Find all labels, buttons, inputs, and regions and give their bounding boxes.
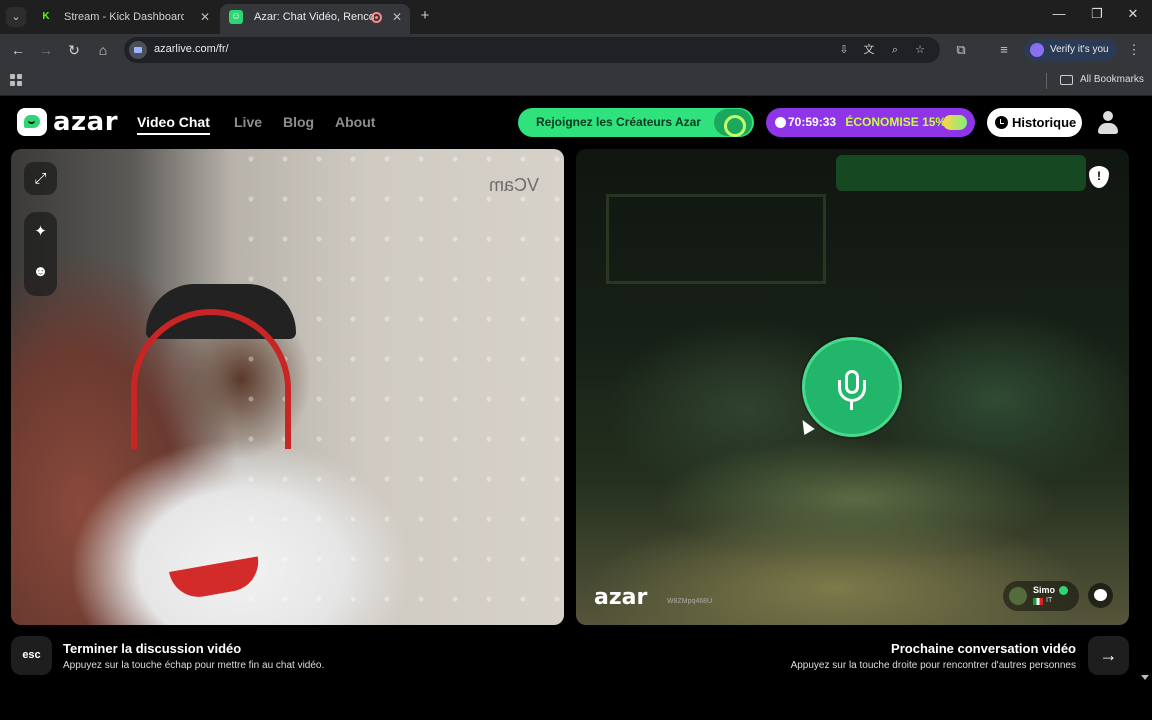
azar-logo-icon[interactable] <box>17 108 47 136</box>
folder-icon <box>1060 75 1073 85</box>
reading-list-icon[interactable]: ≡ <box>994 40 1014 60</box>
url-text: azarlive.com/fr/ <box>154 43 229 55</box>
profile-avatar-icon <box>1030 43 1044 57</box>
promo-discount: ÉCONOMISE 15% <box>845 115 947 129</box>
new-tab-button[interactable]: + <box>416 7 434 25</box>
home-button[interactable]: ⌂ <box>93 40 113 60</box>
close-tab-icon[interactable]: ✕ <box>200 4 210 30</box>
verify-identity-chip[interactable]: Verify it's you <box>1024 39 1117 61</box>
kick-favicon-icon: K <box>39 10 53 24</box>
tab-azar[interactable]: ☺ Azar: Chat Vidéo, Rencontr ✕ <box>220 4 410 34</box>
remote-video-panel: ! azar W8ZMpq468U Simo IT <box>576 149 1129 625</box>
italy-flag-icon <box>1033 598 1043 605</box>
azar-watermark: azar <box>594 585 648 610</box>
microphone-button[interactable] <box>802 337 902 437</box>
user-avatar-icon[interactable] <box>1097 111 1119 135</box>
report-alert-icon[interactable]: ! <box>1089 166 1109 188</box>
site-info-icon[interactable] <box>129 41 147 59</box>
verified-badge-icon <box>1059 586 1068 595</box>
watermark-id: W8ZMpq468U <box>667 598 713 605</box>
reload-button[interactable]: ↻ <box>64 40 84 60</box>
end-chat-hint: Appuyez sur la touche échap pour mettre … <box>63 660 325 671</box>
next-chat-title: Prochaine conversation vidéo <box>891 641 1076 656</box>
close-window-button[interactable]: ✕ <box>1118 6 1148 22</box>
minimize-window-button[interactable]: — <box>1044 6 1074 21</box>
clock-icon <box>775 117 786 128</box>
next-chat-arrow-button[interactable]: → <box>1088 636 1129 675</box>
local-video-panel: VCam ⤢ ✦ ☻ <box>11 149 564 625</box>
tab-title: Azar: Chat Vidéo, Rencontr <box>254 11 374 23</box>
promo-timer: 70:59:33 <box>788 115 837 129</box>
face-filter-icon[interactable]: ☻ <box>24 252 57 292</box>
nav-live[interactable]: Live <box>234 114 262 130</box>
join-creators-label: Rejoignez les Créateurs Azar <box>536 115 701 129</box>
blurred-banner <box>836 155 1086 191</box>
expand-video-icon[interactable]: ⤢ <box>24 162 57 195</box>
nav-blog[interactable]: Blog <box>283 114 314 130</box>
extensions-icon[interactable]: ⧉ <box>951 40 971 60</box>
history-button[interactable]: Historique <box>987 108 1082 137</box>
peer-name: Simo <box>1033 585 1056 595</box>
esc-end-chat-button[interactable]: esc <box>11 636 52 675</box>
close-tab-icon[interactable]: ✕ <box>392 4 402 30</box>
apps-grid-icon[interactable] <box>10 74 22 86</box>
zoom-icon[interactable]: ⌕ <box>887 42 903 58</box>
sparkle-effects-icon[interactable]: ✦ <box>24 212 57 252</box>
history-label: Historique <box>1012 115 1077 130</box>
browser-toolbar: ← → ↻ ⌂ azarlive.com/fr/ ⇩ 文 ⌕ ☆ ⧉ ≡ Ver… <box>0 34 1152 66</box>
bookmark-star-icon[interactable]: ☆ <box>912 42 928 58</box>
recording-indicator-icon <box>371 12 382 23</box>
address-bar[interactable]: azarlive.com/fr/ ⇩ 文 ⌕ ☆ <box>124 37 940 63</box>
join-creators-button[interactable]: Rejoignez les Créateurs Azar <box>518 108 754 137</box>
tab-search-button[interactable]: ⌄ <box>6 7 26 27</box>
gems-icon <box>943 115 967 130</box>
nav-about[interactable]: About <box>335 114 375 130</box>
translate-icon[interactable]: 文 <box>861 42 877 58</box>
install-app-icon[interactable]: ⇩ <box>836 42 852 58</box>
promo-timer-button[interactable]: 70:59:33 ÉCONOMISE 15% <box>766 108 975 137</box>
vcam-watermark: VCam <box>489 175 540 195</box>
tab-title: Stream - Kick Dashboard <box>64 11 184 23</box>
azar-favicon-icon: ☺ <box>229 10 243 24</box>
scroll-down-arrow-icon[interactable] <box>1141 675 1149 680</box>
bookmarks-divider <box>1046 73 1047 89</box>
mouse-cursor <box>797 416 815 436</box>
chat-bubble-icon[interactable] <box>1088 583 1113 608</box>
verify-label: Verify it's you <box>1050 44 1109 55</box>
end-chat-title: Terminer la discussion vidéo <box>63 641 242 656</box>
tab-kick-dashboard[interactable]: K Stream - Kick Dashboard ✕ <box>30 4 218 34</box>
restore-window-button[interactable]: ❐ <box>1082 6 1112 22</box>
history-clock-icon <box>995 116 1008 129</box>
blurred-scoreboard <box>606 194 826 284</box>
bookmarks-bar: All Bookmarks <box>0 66 1152 96</box>
browser-menu-icon[interactable]: ⋮ <box>1124 40 1144 60</box>
back-button[interactable]: ← <box>8 40 28 60</box>
peer-avatar <box>1009 587 1027 605</box>
next-chat-hint: Appuyez sur la touche droite pour rencon… <box>790 660 1076 671</box>
nav-video-chat[interactable]: Video Chat <box>137 114 210 135</box>
creators-badge-icon <box>714 109 752 137</box>
effects-toolbar: ✦ ☻ <box>24 212 57 296</box>
peer-profile-chip[interactable]: Simo IT <box>1003 581 1079 611</box>
browser-tab-bar: ⌄ K Stream - Kick Dashboard ✕ ☺ Azar: Ch… <box>0 0 1152 34</box>
brand-wordmark[interactable]: azar <box>53 107 118 137</box>
azar-page: azar Video Chat Live Blog About Rejoigne… <box>0 97 1152 720</box>
all-bookmarks-button[interactable]: All Bookmarks <box>1060 74 1144 85</box>
all-bookmarks-label: All Bookmarks <box>1080 74 1144 85</box>
forward-button[interactable]: → <box>36 40 56 60</box>
peer-country: IT <box>1046 597 1053 604</box>
